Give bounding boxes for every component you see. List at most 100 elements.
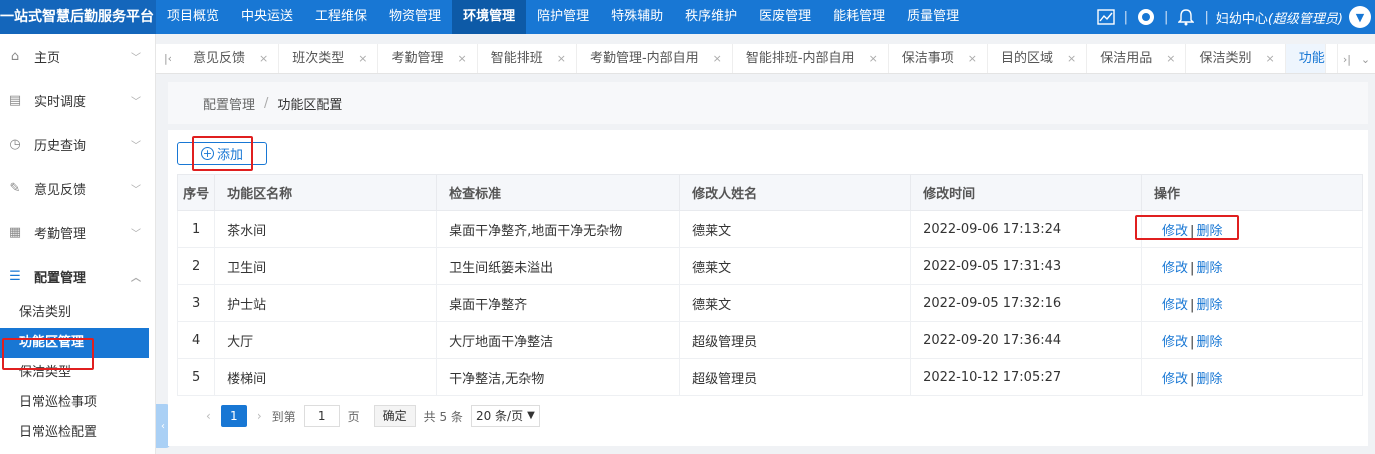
nav-item[interactable]: 医废管理 (748, 0, 822, 34)
cell-no: 5 (176, 358, 216, 396)
cell-editor: 德莱文 (679, 284, 912, 322)
chevron-down-icon[interactable]: ⌄ (1361, 53, 1370, 66)
table-row[interactable]: 4 大厅 大厅地面干净整洁 超级管理员 2022-09-20 17:36:44 修改 | 删除 (176, 321, 1363, 359)
tab-item[interactable]: 考勤管理-内部自用 × (577, 44, 733, 73)
prev-page-icon[interactable]: ‹ (206, 409, 211, 423)
tab-label: 班次类型 (292, 50, 345, 66)
cell-standard: 大厅地面干净整洁 (436, 321, 681, 359)
nav-item[interactable]: 质量管理 (896, 0, 970, 34)
edit-link[interactable]: 修改 (1162, 298, 1188, 313)
close-icon[interactable]: × (1067, 44, 1076, 73)
delete-link[interactable]: 删除 (1196, 224, 1222, 239)
add-button[interactable]: + 添加 (177, 142, 267, 165)
sidebar-item[interactable]: ◷ 历史查询 ﹀ (0, 122, 155, 166)
tab-label: 考勤管理-内部自用 (589, 50, 699, 66)
close-icon[interactable]: × (869, 44, 878, 73)
close-icon[interactable]: × (968, 44, 977, 73)
user-menu[interactable]: 妇幼中心(超级管理员) (1216, 8, 1343, 27)
chevron-down-icon[interactable]: ▼ (1349, 6, 1371, 28)
column-header[interactable]: 操作 (1141, 174, 1363, 211)
edit-link[interactable]: 修改 (1162, 372, 1188, 387)
delete-link[interactable]: 删除 (1196, 261, 1222, 276)
tab-item[interactable]: 意见反馈 × (180, 44, 280, 73)
bell-icon[interactable] (1175, 6, 1197, 28)
delete-link[interactable]: 删除 (1196, 298, 1222, 313)
cell-standard: 桌面干净整齐,地面干净无杂物 (436, 210, 681, 248)
nav-item[interactable]: 中央运送 (230, 0, 304, 34)
tab-active[interactable]: 功能 (1285, 44, 1326, 73)
delete-link[interactable]: 删除 (1196, 372, 1222, 387)
tab-item[interactable]: 智能排班 × (478, 44, 577, 73)
close-icon[interactable]: × (713, 44, 722, 73)
action-separator: | (1190, 260, 1195, 276)
sidebar-subitem[interactable]: 保洁类别 (0, 298, 155, 328)
tab-item[interactable]: 智能排班-内部自用 × (733, 44, 889, 73)
nav-item[interactable]: 项目概览 (156, 0, 230, 34)
close-icon[interactable]: × (259, 44, 268, 73)
breadcrumb-parent[interactable]: 配置管理 (203, 94, 255, 113)
delete-link[interactable]: 删除 (1196, 335, 1222, 350)
tab-item[interactable]: 目的区域 × (988, 44, 1088, 73)
column-header[interactable]: 序号 (176, 174, 216, 211)
tab-label: 意见反馈 (193, 50, 246, 66)
sidebar-item-label: 历史查询 (34, 138, 87, 154)
goto-confirm-button[interactable]: 确定 (373, 405, 416, 427)
goto-page-input[interactable]: 1 (303, 405, 340, 427)
tab-scroll-left-icon[interactable]: |‹ (156, 44, 180, 73)
sidebar-item[interactable]: ☰ 配置管理 ︿ (0, 254, 155, 298)
sidebar-item[interactable]: ⌂ 主页 ﹀ (0, 34, 155, 78)
column-header[interactable]: 功能区名称 (214, 174, 438, 211)
sidebar-menu: ⌂ 主页 ﹀ ▤ 实时调度 ﹀ ◷ 历史查询 ﹀ ✎ 意见反馈 ﹀ ▦ 考勤管理 ﹀ ☰ 配置管理 ︿ (0, 34, 155, 298)
cell-standard: 干净整洁,无杂物 (436, 358, 681, 396)
nav-item[interactable]: 环境管理 (452, 0, 527, 34)
sidebar-subitem[interactable]: 保洁类型 (0, 358, 155, 388)
chart-icon[interactable] (1095, 6, 1117, 28)
nav-item[interactable]: 秩序维护 (674, 0, 748, 34)
tab-item[interactable]: 考勤管理 × (378, 44, 478, 73)
table-row[interactable]: 3 护士站 桌面干净整齐 德莱文 2022-09-05 17:32:16 修改 | 删除 (176, 284, 1363, 322)
page-size-select[interactable]: 20 条/页 ▼ (470, 405, 540, 427)
close-icon[interactable]: × (1266, 44, 1275, 73)
cell-name: 卫生间 (214, 247, 438, 285)
nav-item[interactable]: 陪护管理 (526, 0, 600, 34)
sidebar-item[interactable]: ▦ 考勤管理 ﹀ (0, 210, 155, 254)
sidebar-subitem[interactable]: 日常巡检事项 (0, 388, 155, 418)
edit-link[interactable]: 修改 (1162, 261, 1188, 276)
nav-item[interactable]: 能耗管理 (822, 0, 896, 34)
close-icon[interactable]: × (557, 44, 566, 73)
edit-link[interactable]: 修改 (1162, 335, 1188, 350)
table-row[interactable]: 2 卫生间 卫生间纸篓未溢出 德莱文 2022-09-05 17:31:43 修改 | 删除 (176, 247, 1363, 285)
function-area-table: 序号 功能区名称 检查标准 修改人姓名 修改时间 操作 1 茶水间 桌面干净整齐,地面干净无杂… (176, 174, 1363, 396)
next-page-icon[interactable]: › (257, 409, 262, 423)
tab-item[interactable]: 保洁类别 × (1186, 44, 1286, 73)
sidebar-subitem[interactable]: 日常巡检配置 (0, 418, 155, 448)
breadcrumb-current: 功能区配置 (277, 97, 343, 113)
table-row[interactable]: 5 楼梯间 干净整洁,无杂物 超级管理员 2022-10-12 17:05:27 修改 | 删… (176, 358, 1363, 396)
edit-link[interactable]: 修改 (1162, 224, 1188, 239)
sidebar-item[interactable]: ▤ 实时调度 ﹀ (0, 78, 155, 122)
column-header[interactable]: 检查标准 (436, 174, 681, 211)
cell-standard: 卫生间纸篓未溢出 (436, 247, 681, 285)
pagination: ‹ 1 › 到第 1 页 确定 共 5 条 20 条/页 ▼ (196, 404, 540, 428)
dashboard-icon[interactable] (1135, 6, 1157, 28)
top-navbar: 一站式智慧后勤服务平台 项目概览 中央运送 工程维保 物资管理 环境管理 陪护管理 特殊辅助… (0, 0, 1375, 34)
page-number-current[interactable]: 1 (220, 405, 247, 427)
column-header[interactable]: 修改时间 (910, 174, 1143, 211)
tab-item[interactable]: 保洁事项 × (889, 44, 989, 73)
nav-item[interactable]: 特殊辅助 (600, 0, 674, 34)
table-row[interactable]: 1 茶水间 桌面干净整齐,地面干净无杂物 德莱文 2022-09-06 17:13:24… (176, 210, 1363, 248)
column-header[interactable]: 修改人姓名 (679, 174, 912, 211)
nav-item[interactable]: 工程维保 (304, 0, 378, 34)
attendance-icon: ▦ (8, 224, 22, 240)
close-icon[interactable]: × (1166, 44, 1175, 73)
close-icon[interactable]: × (457, 44, 466, 73)
tab-scroll-right-icon[interactable]: ›| (1343, 53, 1351, 66)
tab-label: 功能 (1298, 50, 1325, 66)
tab-item[interactable]: 保洁用品 × (1087, 44, 1187, 73)
tab-item[interactable]: 班次类型 × (279, 44, 379, 73)
nav-item[interactable]: 物资管理 (378, 0, 452, 34)
close-icon[interactable]: × (358, 44, 367, 73)
sidebar-subitem[interactable]: 功能区管理 (0, 328, 149, 358)
history-icon: ◷ (9, 136, 21, 152)
sidebar-item[interactable]: ✎ 意见反馈 ﹀ (0, 166, 155, 210)
